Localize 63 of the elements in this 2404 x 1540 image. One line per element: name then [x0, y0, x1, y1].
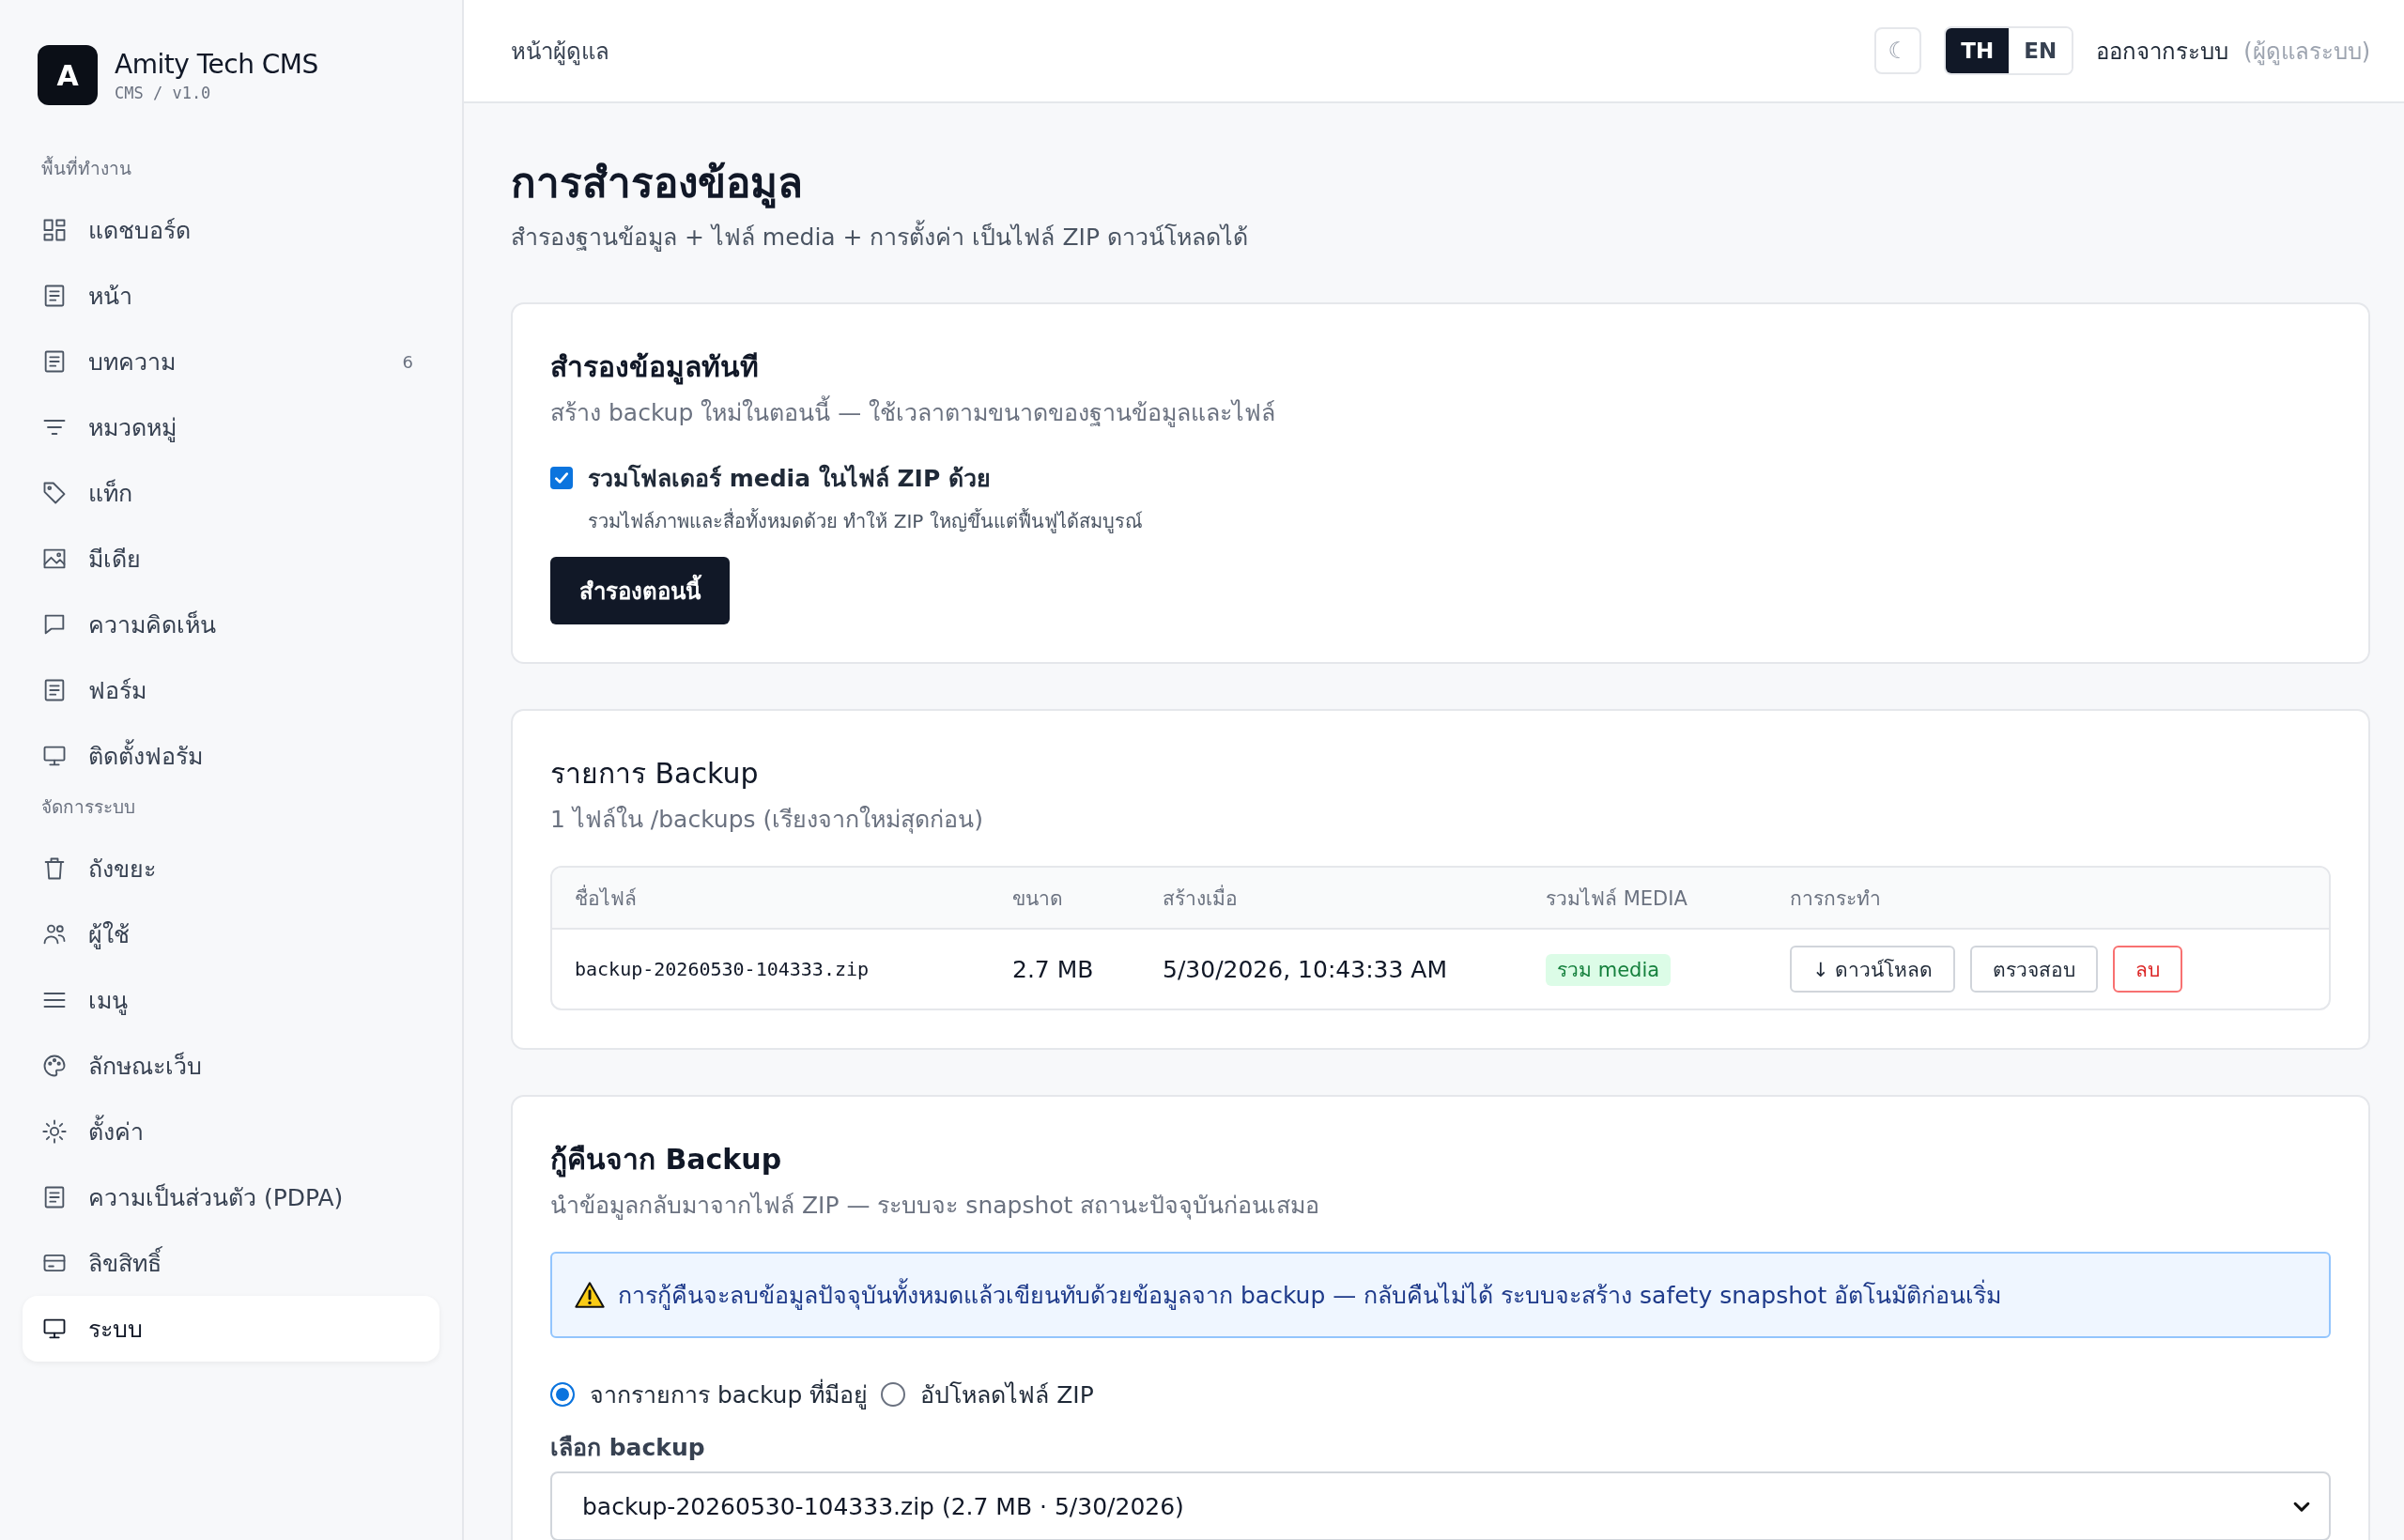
column-header: ชื่อไฟล์	[575, 884, 638, 912]
checkbox[interactable]	[550, 467, 573, 489]
backup-now-button[interactable]: สำรองตอนนี้	[550, 557, 730, 624]
checkbox-label: รวมโฟลเดอร์ media ในไฟล์ ZIP ด้วย	[588, 463, 991, 494]
page-title: การสำรองข้อมูล	[511, 158, 804, 210]
sidebar-item[interactable]: มีเดีย	[23, 526, 439, 592]
user-role: (ผู้ดูแลระบบ)	[2243, 37, 2370, 68]
delete-button[interactable]: ลบ	[2113, 946, 2183, 993]
sidebar-item[interactable]: บทความ 6	[23, 329, 439, 394]
sidebar-item[interactable]: ติดตั้งฟอรัม	[23, 723, 439, 789]
tag-icon	[41, 480, 68, 506]
sidebar-item[interactable]: ความเป็นส่วนตัว (PDPA)	[23, 1164, 439, 1230]
warning-icon	[575, 1281, 605, 1309]
sidebar-item[interactable]: ความคิดเห็น	[23, 592, 439, 657]
logout-link[interactable]: ออกจากระบบ	[2096, 32, 2229, 69]
sidebar-item[interactable]: แดชบอร์ด	[23, 197, 439, 263]
sidebar-item[interactable]: แท็ก	[23, 460, 439, 526]
breadcrumb: หน้าผู้ดูแล	[511, 37, 609, 68]
action-button[interactable]: ↓ ดาวน์โหลด	[1790, 946, 1956, 993]
item-count: 6	[402, 351, 413, 372]
sidebar-item[interactable]: ฟอร์ม	[23, 657, 439, 723]
sidebar-item[interactable]: เมนู	[23, 967, 439, 1033]
sidebar-item[interactable]: ระบบ	[23, 1296, 439, 1362]
brand-title: Amity Tech CMS	[115, 48, 318, 80]
column-header: สร้างเมื่อ	[1163, 884, 1239, 912]
palette-icon	[41, 1053, 68, 1079]
table-cell-text: backup-20260530-104333.zip	[575, 958, 871, 980]
radio-label: จากรายการ backup ที่มีอยู่	[590, 1376, 869, 1413]
card-title: สำรองข้อมูลทันที	[550, 349, 759, 387]
card-description: 1 ไฟล์ใน /backups (เรียงจากใหม่สุดก่อน)	[550, 805, 984, 836]
column-header: ขนาด	[1012, 886, 1064, 912]
status-badge: รวม media	[1546, 953, 1672, 986]
card-description: นำข้อมูลกลับมาจากไฟล์ ZIP — ระบบจะ snapshot สถานะปัจจุบันก่อนเสมอ	[550, 1191, 1321, 1222]
sidebar-item[interactable]: ลักษณะเว็บ	[23, 1033, 439, 1099]
card-title: กู้คืนจาก Backup	[550, 1142, 783, 1179]
backup-select[interactable]: backup-20260530-104333.zip (2.7 MB · 5/30/2026)	[550, 1471, 2331, 1540]
radio-button[interactable]	[550, 1382, 575, 1407]
checkbox-hint: รวมไฟล์ภาพและสื่อทั้งหมดด้วย ทำให้ ZIP ใหญ่ขึ้นแต่ฟื้นฟูได้สมบูรณ์	[588, 507, 1143, 535]
section-heading: จัดการระบบ	[40, 795, 136, 819]
sidebar-item[interactable]: หน้า	[23, 263, 439, 329]
sidebar-item[interactable]: หมวดหมู่	[23, 394, 439, 460]
field-label: เลือก backup	[550, 1433, 706, 1463]
sidebar-item[interactable]: ตั้งค่า	[23, 1099, 439, 1164]
section-heading: พื้นที่ทำงาน	[40, 155, 132, 180]
table-cell-text: 2.7 MB	[1012, 955, 1095, 983]
radio-button[interactable]	[881, 1382, 906, 1407]
action-button[interactable]: ตรวจสอบ	[1970, 946, 2099, 993]
sidebar-item[interactable]: ถังขยะ	[23, 836, 439, 901]
page-subtitle: สำรองฐานข้อมูล + ไฟล์ media + การตั้งค่า เป็นไฟล์ ZIP ดาวน์โหลดได้	[511, 218, 2370, 255]
sidebar-item[interactable]: ผู้ใช้	[23, 901, 439, 967]
language-option[interactable]: TH	[1946, 28, 2010, 73]
radio-label: อัปโหลดไฟล์ ZIP	[920, 1380, 1094, 1410]
warning-alert: การกู้คืนจะลบข้อมูลปัจจุบันทั้งหมดแล้วเขียนทับด้วยข้อมูลจาก backup — กลับคืนไม่ได้ ระบบจะสร้าง safety snapshot อัตโนมัติก่อนเริ่ม	[550, 1252, 2331, 1338]
sidebar-item[interactable]: ลิขสิทธิ์	[23, 1230, 439, 1296]
table-cell-text: 5/30/2026, 10:43:33 AM	[1163, 955, 1448, 983]
grid-icon	[41, 217, 68, 243]
column-header: รวมไฟล์ MEDIA	[1546, 886, 1688, 912]
sun-icon	[41, 1118, 68, 1145]
card-title: รายการ Backup	[550, 756, 759, 792]
logo: A	[38, 45, 98, 105]
brand-subtitle: CMS / v1.0	[115, 83, 212, 102]
card-description: สร้าง backup ใหม่ในตอนนี้ — ใช้เวลาตามขนาดของฐานข้อมูลและไฟล์	[550, 393, 1276, 431]
column-header: การกระทำ	[1790, 886, 1882, 912]
